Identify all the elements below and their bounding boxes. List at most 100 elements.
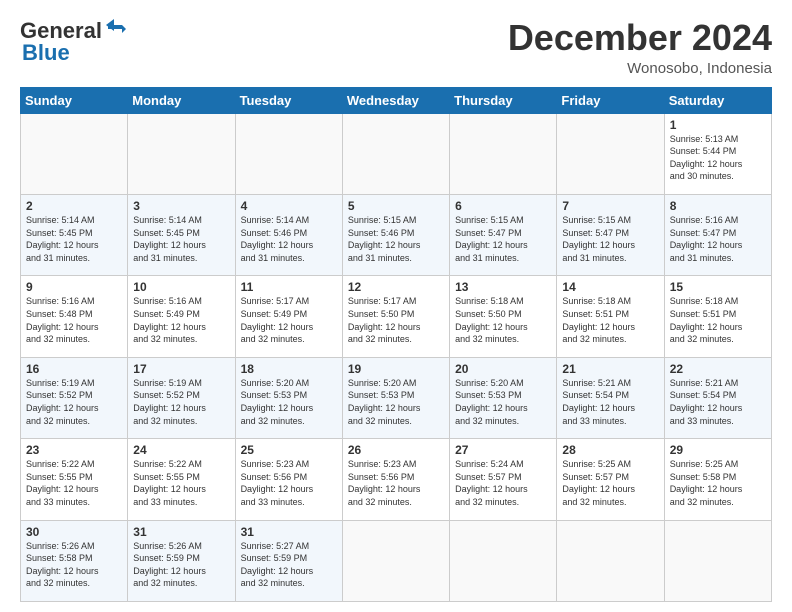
day-content: Sunrise: 5:19 AMSunset: 5:52 PMDaylight:… — [26, 377, 122, 427]
table-row: 16 Sunrise: 5:19 AMSunset: 5:52 PMDaylig… — [21, 357, 772, 438]
logo-blue: Blue — [22, 40, 70, 66]
day-cell-19: 19 Sunrise: 5:20 AMSunset: 5:53 PMDaylig… — [342, 357, 449, 438]
col-friday: Friday — [557, 87, 664, 113]
calendar-table: Sunday Monday Tuesday Wednesday Thursday… — [20, 87, 772, 602]
day-content: Sunrise: 5:15 AMSunset: 5:47 PMDaylight:… — [562, 214, 658, 264]
day-cell-25: 25 Sunrise: 5:23 AMSunset: 5:56 PMDaylig… — [235, 439, 342, 520]
day-cell-28: 28 Sunrise: 5:25 AMSunset: 5:57 PMDaylig… — [557, 439, 664, 520]
day-number: 29 — [670, 443, 766, 457]
day-content: Sunrise: 5:16 AMSunset: 5:47 PMDaylight:… — [670, 214, 766, 264]
logo: General Blue — [20, 18, 126, 66]
day-number: 20 — [455, 362, 551, 376]
col-saturday: Saturday — [664, 87, 771, 113]
day-number: 30 — [26, 525, 122, 539]
table-row: 1 Sunrise: 5:13 AMSunset: 5:44 PMDayligh… — [21, 113, 772, 194]
day-number: 8 — [670, 199, 766, 213]
day-cell-11: 11 Sunrise: 5:17 AMSunset: 5:49 PMDaylig… — [235, 276, 342, 357]
day-cell-16: 16 Sunrise: 5:19 AMSunset: 5:52 PMDaylig… — [21, 357, 128, 438]
day-number: 2 — [26, 199, 122, 213]
day-number: 14 — [562, 280, 658, 294]
empty-cell — [557, 520, 664, 601]
day-cell-23: 23 Sunrise: 5:22 AMSunset: 5:55 PMDaylig… — [21, 439, 128, 520]
day-content: Sunrise: 5:23 AMSunset: 5:56 PMDaylight:… — [348, 458, 444, 508]
day-number: 6 — [455, 199, 551, 213]
day-content: Sunrise: 5:22 AMSunset: 5:55 PMDaylight:… — [133, 458, 229, 508]
logo-arrow-icon — [104, 19, 126, 41]
day-cell-32: 31 Sunrise: 5:27 AMSunset: 5:59 PMDaylig… — [235, 520, 342, 601]
day-cell-24: 24 Sunrise: 5:22 AMSunset: 5:55 PMDaylig… — [128, 439, 235, 520]
day-content: Sunrise: 5:22 AMSunset: 5:55 PMDaylight:… — [26, 458, 122, 508]
col-tuesday: Tuesday — [235, 87, 342, 113]
day-content: Sunrise: 5:14 AMSunset: 5:45 PMDaylight:… — [133, 214, 229, 264]
day-content: Sunrise: 5:20 AMSunset: 5:53 PMDaylight:… — [348, 377, 444, 427]
empty-cell — [235, 113, 342, 194]
day-content: Sunrise: 5:18 AMSunset: 5:51 PMDaylight:… — [670, 295, 766, 345]
day-cell-7: 7 Sunrise: 5:15 AMSunset: 5:47 PMDayligh… — [557, 194, 664, 275]
day-content: Sunrise: 5:19 AMSunset: 5:52 PMDaylight:… — [133, 377, 229, 427]
day-content: Sunrise: 5:24 AMSunset: 5:57 PMDaylight:… — [455, 458, 551, 508]
empty-cell — [21, 113, 128, 194]
day-number: 22 — [670, 362, 766, 376]
day-content: Sunrise: 5:16 AMSunset: 5:48 PMDaylight:… — [26, 295, 122, 345]
day-cell-1: 1 Sunrise: 5:13 AMSunset: 5:44 PMDayligh… — [664, 113, 771, 194]
day-cell-27: 27 Sunrise: 5:24 AMSunset: 5:57 PMDaylig… — [450, 439, 557, 520]
day-content: Sunrise: 5:25 AMSunset: 5:58 PMDaylight:… — [670, 458, 766, 508]
day-cell-14: 14 Sunrise: 5:18 AMSunset: 5:51 PMDaylig… — [557, 276, 664, 357]
empty-cell — [557, 113, 664, 194]
day-cell-18: 18 Sunrise: 5:20 AMSunset: 5:53 PMDaylig… — [235, 357, 342, 438]
day-cell-31: 31 Sunrise: 5:26 AMSunset: 5:59 PMDaylig… — [128, 520, 235, 601]
day-content: Sunrise: 5:23 AMSunset: 5:56 PMDaylight:… — [241, 458, 337, 508]
day-content: Sunrise: 5:17 AMSunset: 5:50 PMDaylight:… — [348, 295, 444, 345]
day-number: 13 — [455, 280, 551, 294]
day-number: 5 — [348, 199, 444, 213]
day-content: Sunrise: 5:18 AMSunset: 5:50 PMDaylight:… — [455, 295, 551, 345]
table-row: 2 Sunrise: 5:14 AMSunset: 5:45 PMDayligh… — [21, 194, 772, 275]
col-wednesday: Wednesday — [342, 87, 449, 113]
col-sunday: Sunday — [21, 87, 128, 113]
day-content: Sunrise: 5:15 AMSunset: 5:47 PMDaylight:… — [455, 214, 551, 264]
main-title: December 2024 — [508, 18, 772, 58]
day-content: Sunrise: 5:26 AMSunset: 5:59 PMDaylight:… — [133, 540, 229, 590]
day-number: 10 — [133, 280, 229, 294]
col-thursday: Thursday — [450, 87, 557, 113]
day-cell-3: 3 Sunrise: 5:14 AMSunset: 5:45 PMDayligh… — [128, 194, 235, 275]
day-number: 3 — [133, 199, 229, 213]
day-cell-17: 17 Sunrise: 5:19 AMSunset: 5:52 PMDaylig… — [128, 357, 235, 438]
empty-cell — [342, 113, 449, 194]
day-content: Sunrise: 5:26 AMSunset: 5:58 PMDaylight:… — [26, 540, 122, 590]
day-number: 9 — [26, 280, 122, 294]
day-number: 21 — [562, 362, 658, 376]
day-cell-2: 2 Sunrise: 5:14 AMSunset: 5:45 PMDayligh… — [21, 194, 128, 275]
day-number: 23 — [26, 443, 122, 457]
day-cell-29: 29 Sunrise: 5:25 AMSunset: 5:58 PMDaylig… — [664, 439, 771, 520]
empty-cell — [342, 520, 449, 601]
day-cell-13: 13 Sunrise: 5:18 AMSunset: 5:50 PMDaylig… — [450, 276, 557, 357]
day-cell-26: 26 Sunrise: 5:23 AMSunset: 5:56 PMDaylig… — [342, 439, 449, 520]
empty-cell — [450, 113, 557, 194]
day-number: 27 — [455, 443, 551, 457]
page: General Blue December 2024 Wonosobo, Ind… — [0, 0, 792, 612]
table-row: 9 Sunrise: 5:16 AMSunset: 5:48 PMDayligh… — [21, 276, 772, 357]
day-cell-5: 5 Sunrise: 5:15 AMSunset: 5:46 PMDayligh… — [342, 194, 449, 275]
empty-cell — [664, 520, 771, 601]
day-content: Sunrise: 5:13 AMSunset: 5:44 PMDaylight:… — [670, 133, 766, 183]
day-number: 15 — [670, 280, 766, 294]
day-content: Sunrise: 5:20 AMSunset: 5:53 PMDaylight:… — [241, 377, 337, 427]
day-content: Sunrise: 5:18 AMSunset: 5:51 PMDaylight:… — [562, 295, 658, 345]
day-number: 24 — [133, 443, 229, 457]
day-content: Sunrise: 5:25 AMSunset: 5:57 PMDaylight:… — [562, 458, 658, 508]
day-number: 11 — [241, 280, 337, 294]
header: General Blue December 2024 Wonosobo, Ind… — [20, 18, 772, 77]
day-cell-30: 30 Sunrise: 5:26 AMSunset: 5:58 PMDaylig… — [21, 520, 128, 601]
day-cell-8: 8 Sunrise: 5:16 AMSunset: 5:47 PMDayligh… — [664, 194, 771, 275]
day-number: 4 — [241, 199, 337, 213]
day-content: Sunrise: 5:14 AMSunset: 5:45 PMDaylight:… — [26, 214, 122, 264]
day-number: 31 — [133, 525, 229, 539]
day-content: Sunrise: 5:15 AMSunset: 5:46 PMDaylight:… — [348, 214, 444, 264]
day-number: 26 — [348, 443, 444, 457]
day-number: 17 — [133, 362, 229, 376]
table-row: 23 Sunrise: 5:22 AMSunset: 5:55 PMDaylig… — [21, 439, 772, 520]
day-number: 19 — [348, 362, 444, 376]
day-number: 12 — [348, 280, 444, 294]
day-number: 31 — [241, 525, 337, 539]
